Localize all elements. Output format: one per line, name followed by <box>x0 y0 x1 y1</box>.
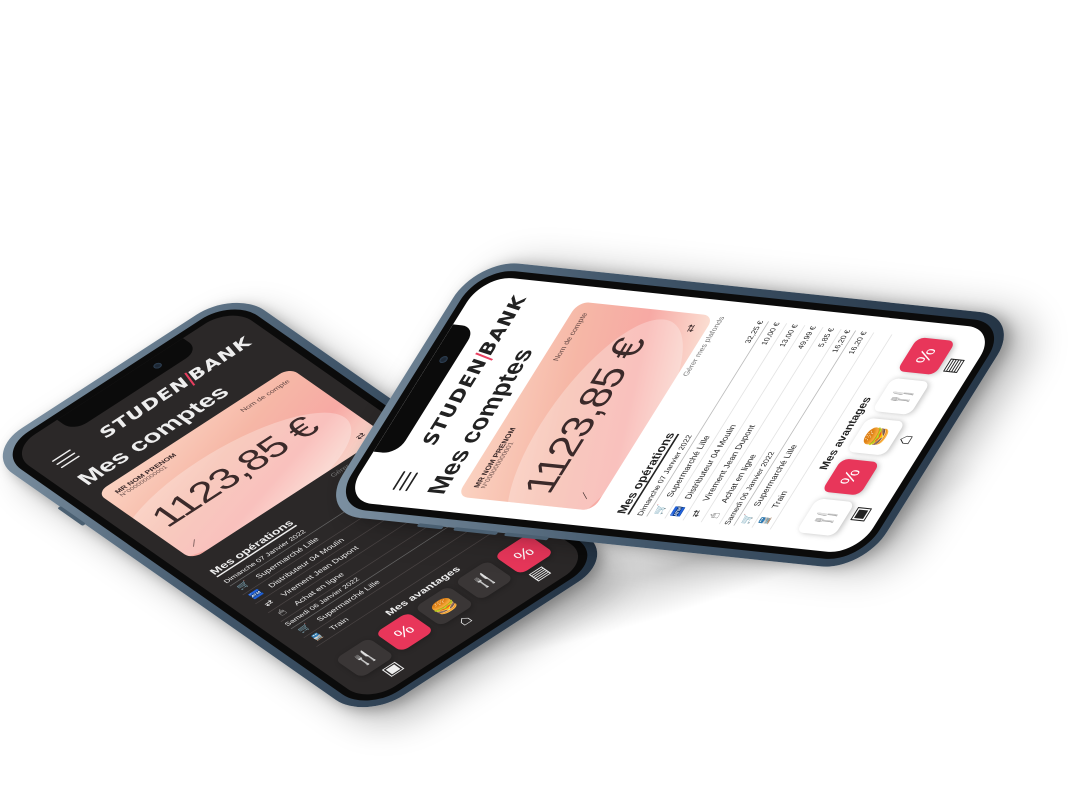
chart-icon[interactable]: ⟋ <box>578 492 594 500</box>
train-icon: 🚆 <box>757 515 775 527</box>
swap-icon[interactable]: ⇄ <box>682 324 699 333</box>
chart-icon[interactable]: ⟋ <box>188 539 203 549</box>
menu-icon[interactable] <box>392 471 419 492</box>
menu-icon[interactable] <box>51 449 81 469</box>
account-balance: 1123,85 € <box>513 336 656 497</box>
mockup-scene: STUDENBANK Mes comptes MR NOM PRENOM N°0… <box>0 0 1075 806</box>
